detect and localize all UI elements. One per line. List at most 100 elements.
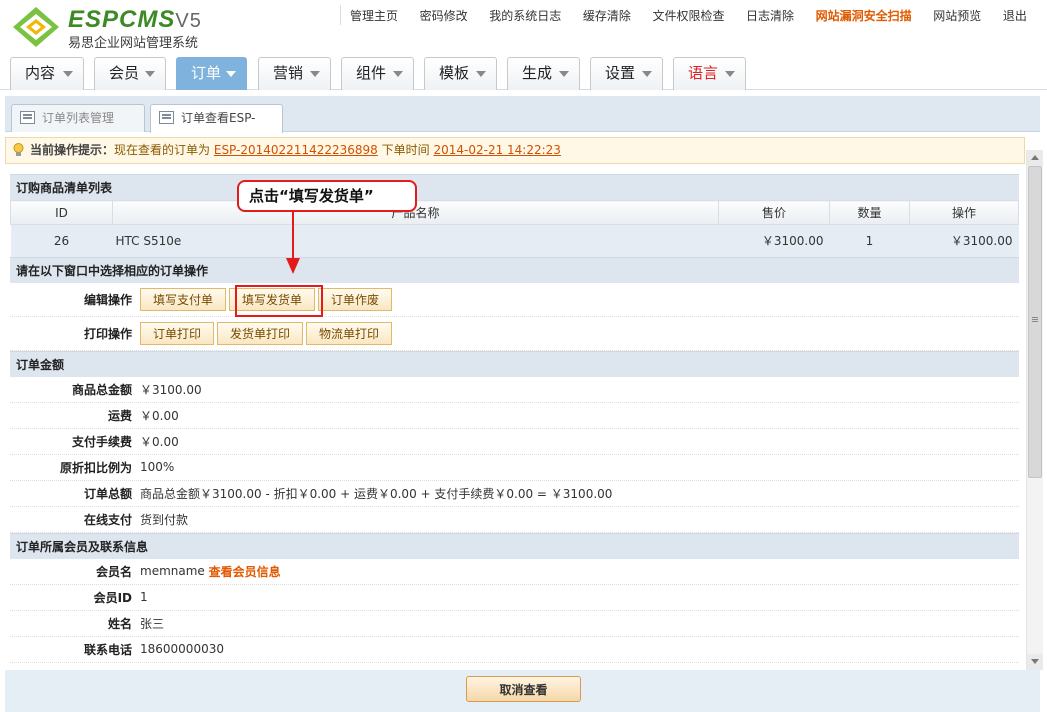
app-window: ESPCMSV5 易思企业网站管理系统 管理主页 密码修改 我的系统日志 缓存清… — [0, 0, 1047, 712]
nav-tab-content[interactable]: 内容 — [10, 57, 84, 90]
nav-tab-template[interactable]: 模板 — [424, 57, 497, 90]
subtab-order-view[interactable]: 订单查看ESP- — [150, 104, 283, 133]
top-link-password[interactable]: 密码修改 — [420, 7, 468, 24]
field-label: 姓名 — [107, 616, 132, 631]
nav-tab-language[interactable]: 语言 — [673, 57, 746, 90]
print-order-button[interactable]: 订单打印 — [140, 321, 215, 345]
field-label: 支付手续费 — [71, 434, 132, 449]
amount-row: 支付手续费 ￥0.00 — [10, 429, 1019, 455]
tip-text: 现在查看的订单为 — [114, 143, 211, 157]
top-link-clear-log[interactable]: 日志清除 — [746, 7, 794, 24]
field-value: ￥3100.00 — [140, 382, 202, 397]
print-ops-label: 打印操作 — [83, 326, 132, 341]
window-icon — [20, 111, 35, 124]
table-header-row: ID 产品名称 售价 数量 操作 — [10, 200, 1019, 225]
annotation-arrow — [292, 212, 294, 264]
edit-ops-label: 编辑操作 — [83, 292, 132, 307]
view-member-link[interactable]: 查看会员信息 — [209, 563, 281, 580]
tip-label: 当前操作提示： — [30, 143, 115, 157]
order-time-link[interactable]: 2014-02-21 14:22:23 — [433, 143, 560, 157]
field-value: 张三 — [140, 616, 165, 631]
chevron-down-icon — [725, 71, 735, 77]
amount-section-title: 订单金额 — [10, 350, 1019, 377]
member-row: 联系电话 18600000030 — [10, 637, 1019, 663]
tip-time-label: 下单时间 — [381, 143, 430, 157]
nav-tab-marketing[interactable]: 营销 — [258, 57, 331, 90]
member-row: 姓名 张三 — [10, 611, 1019, 637]
cell-id: 26 — [10, 224, 113, 257]
ops-section-title: 请在以下窗口中选择相应的订单操作 — [10, 256, 1019, 283]
scroll-down-icon[interactable] — [1027, 654, 1043, 670]
member-section-title: 订单所属会员及联系信息 — [10, 532, 1019, 559]
amount-row: 原折扣比例为 100% — [10, 455, 1019, 481]
col-qty: 数量 — [829, 200, 910, 225]
top-link-file-permission[interactable]: 文件权限检查 — [652, 7, 724, 24]
cancel-view-button[interactable]: 取消查看 — [466, 676, 581, 702]
chevron-down-icon — [393, 71, 403, 77]
top-link-preview[interactable]: 网站预览 — [933, 7, 981, 24]
order-detail-panel: 订购商品清单列表 ID 产品名称 售价 数量 操作 26 HTC S510e ￥… — [10, 174, 1019, 670]
table-row: 26 HTC S510e ￥3100.00 1 ￥3100.00 — [10, 224, 1019, 257]
items-table: ID 产品名称 售价 数量 操作 26 HTC S510e ￥3100.00 1… — [10, 200, 1019, 257]
order-number-link[interactable]: ESP-201402211422236898 — [214, 143, 378, 157]
sub-tab-bar: 订单列表管理 订单查看ESP- — [5, 96, 1040, 133]
col-op: 操作 — [909, 200, 1019, 225]
void-order-button[interactable]: 订单作废 — [318, 287, 393, 311]
chevron-down-icon — [63, 71, 73, 77]
field-value: 1 — [140, 590, 148, 604]
field-label: 联系电话 — [83, 642, 132, 657]
annotation-highlight-box — [235, 285, 323, 317]
nav-tab-generate[interactable]: 生成 — [507, 57, 580, 90]
chevron-down-icon — [145, 71, 155, 77]
items-section-title: 订购商品清单列表 — [10, 174, 1019, 200]
field-label: 商品总金额 — [71, 382, 132, 397]
vertical-scrollbar[interactable] — [1026, 150, 1043, 670]
scroll-thumb[interactable] — [1028, 166, 1042, 478]
chevron-down-icon — [476, 71, 486, 77]
nav-tab-member[interactable]: 会员 — [94, 57, 166, 90]
field-label: 订单总额 — [83, 486, 132, 501]
field-label: 会员名 — [95, 564, 132, 579]
cell-op: ￥3100.00 — [909, 224, 1019, 257]
field-label: 在线支付 — [83, 512, 132, 527]
top-link-my-log[interactable]: 我的系统日志 — [489, 7, 561, 24]
lightbulb-icon — [13, 143, 24, 156]
chevron-down-icon — [559, 71, 569, 77]
subtab-order-list[interactable]: 订单列表管理 — [11, 104, 145, 132]
chevron-down-icon — [642, 71, 652, 77]
main-nav: 内容 会员 订单 营销 组件 模板 生成 设置 语言 — [0, 54, 1047, 90]
amount-row: 运费 ￥0.00 — [10, 403, 1019, 429]
chevron-down-icon — [226, 71, 236, 77]
top-link-security-scan[interactable]: 网站漏洞安全扫描 — [816, 7, 912, 24]
print-shipping-button[interactable]: 发货单打印 — [217, 321, 304, 345]
cell-name: HTC S510e — [112, 224, 719, 257]
col-price: 售价 — [718, 200, 830, 225]
cell-qty: 1 — [829, 224, 910, 257]
logo-tagline: 易思企业网站管理系统 — [68, 36, 199, 51]
field-value: 18600000030 — [140, 642, 224, 656]
print-logistics-button[interactable]: 物流单打印 — [306, 321, 393, 345]
top-link-logout[interactable]: 退出 — [1003, 7, 1027, 24]
field-label: 会员ID — [93, 590, 132, 605]
cell-price: ￥3100.00 — [718, 224, 830, 257]
field-value: ￥0.00 — [140, 434, 179, 449]
amount-row: 商品总金额 ￥3100.00 — [10, 377, 1019, 403]
window-icon — [159, 111, 174, 124]
member-row: 会员ID 1 — [10, 585, 1019, 611]
nav-tab-order[interactable]: 订单 — [176, 57, 247, 90]
member-row: 会员名 memname 查看会员信息 — [10, 559, 1019, 585]
logo-mark-icon — [13, 7, 59, 47]
nav-tab-component[interactable]: 组件 — [341, 57, 414, 90]
top-link-home[interactable]: 管理主页 — [350, 7, 398, 24]
edit-ops-row: 编辑操作 填写支付单 填写发货单 订单作废 — [10, 283, 1019, 317]
top-link-clear-cache[interactable]: 缓存清除 — [583, 7, 631, 24]
scroll-up-icon[interactable] — [1027, 150, 1043, 166]
field-value: 货到付款 — [140, 512, 189, 527]
nav-tab-settings[interactable]: 设置 — [590, 57, 663, 90]
field-value: 商品总金额￥3100.00 - 折扣￥0.00 + 运费￥0.00 + 支付手续… — [140, 486, 613, 501]
amount-row: 订单总额 商品总金额￥3100.00 - 折扣￥0.00 + 运费￥0.00 + … — [10, 481, 1019, 507]
fill-payment-button[interactable]: 填写支付单 — [140, 287, 227, 311]
print-ops-row: 打印操作 订单打印 发货单打印 物流单打印 — [10, 317, 1019, 351]
top-links: 管理主页 密码修改 我的系统日志 缓存清除 文件权限检查 日志清除 网站漏洞安全… — [340, 0, 1037, 30]
amount-row: 在线支付 货到付款 — [10, 507, 1019, 533]
